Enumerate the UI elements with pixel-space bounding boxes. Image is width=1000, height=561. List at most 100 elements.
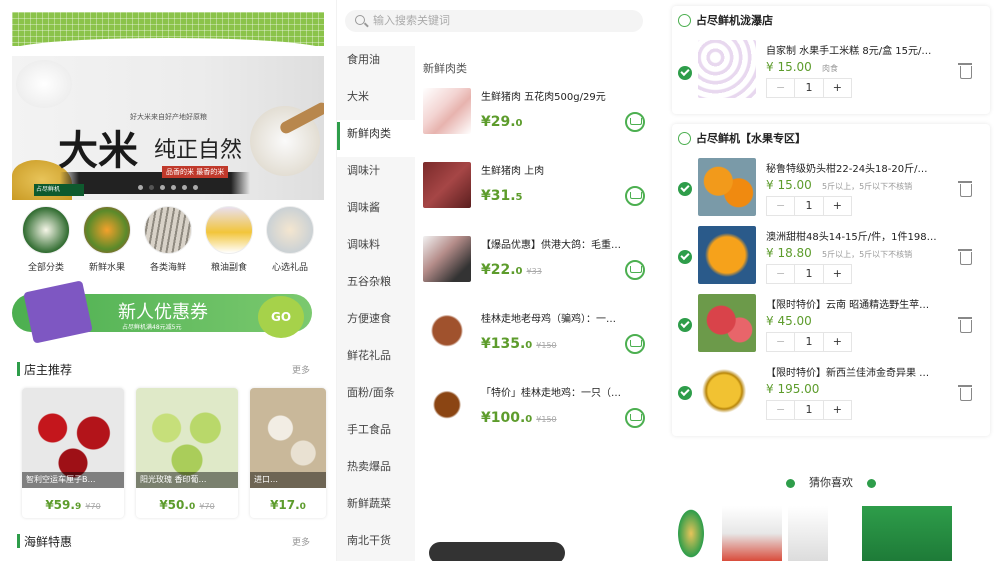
product-item[interactable]: 生鲜猪肉 上肉 ¥31.5 xyxy=(423,160,651,234)
recommend-card[interactable]: 阳光玫瑰 香印葡… ¥50.0 ¥70 xyxy=(136,388,238,518)
section-title-seafood: 海鲜特惠 xyxy=(16,534,73,549)
search-input[interactable]: 输入搜索关键词 xyxy=(345,10,643,32)
sidebar-item[interactable]: 南北干货 xyxy=(337,527,415,561)
gift-box-icon xyxy=(23,280,93,344)
reco-product-image[interactable] xyxy=(862,506,952,561)
new-user-coupon[interactable]: 新人优惠券 占尽鲜机满48元减5元 GO xyxy=(12,280,324,346)
bottom-bar[interactable] xyxy=(429,542,565,561)
sidebar-item[interactable]: 调味料 xyxy=(337,231,415,268)
sidebar-item[interactable]: 食用油 xyxy=(337,46,415,83)
quantity-stepper[interactable]: −1 + xyxy=(766,196,852,216)
product-item[interactable]: 桂林走地老母鸡（骗鸡）：一… ¥135.0 ¥150 xyxy=(423,308,651,382)
delete-icon[interactable] xyxy=(958,181,972,197)
pork-belly-image xyxy=(423,88,471,134)
recommend-row: 智利空运车厘子B… ¥59.9 ¥70 阳光玫瑰 香印葡… ¥50.0 ¥70 … xyxy=(22,388,326,518)
category-all[interactable]: 全部分类 xyxy=(18,206,74,278)
sidebar-item[interactable]: 鲜花礼品 xyxy=(337,342,415,379)
add-to-cart-icon[interactable] xyxy=(625,334,645,354)
more-link-recommend[interactable]: 更多 xyxy=(292,363,310,376)
delete-icon[interactable] xyxy=(958,317,972,333)
recommend-price: ¥17.0 xyxy=(270,498,306,512)
quantity-stepper[interactable]: −1 + xyxy=(766,332,852,352)
item-checked-icon[interactable] xyxy=(678,182,692,196)
sidebar-item[interactable]: 手工食品 xyxy=(337,416,415,453)
store-name[interactable]: 占尽鲜机泷瀑店 xyxy=(672,6,990,36)
add-to-cart-icon[interactable] xyxy=(625,112,645,132)
quantity-stepper[interactable]: −1 + xyxy=(766,264,852,284)
store-select-radio[interactable] xyxy=(678,132,691,145)
product-item[interactable]: 「特价」桂林走地鸡：一只（… ¥100.0 ¥150 xyxy=(423,382,651,456)
leaf-icon xyxy=(786,478,795,488)
cherry-image: 智利空运车厘子B… xyxy=(22,388,124,488)
cart-item: 秘鲁特级奶头柑22-24头18-20斤/… ¥ 15.00 5斤以上，5斤以下不… xyxy=(672,154,990,222)
item-checked-icon[interactable] xyxy=(678,386,692,400)
banner-headline-small: 纯正自然 xyxy=(154,138,243,163)
category-fruit[interactable]: 新鲜水果 xyxy=(79,206,135,278)
product-item[interactable]: 【爆品优惠】供港大鸽：毛重… ¥22.0 ¥33 xyxy=(423,234,651,308)
reco-logo-image[interactable] xyxy=(676,506,706,561)
rice-bowl-image xyxy=(16,60,72,108)
sidebar-item[interactable]: 新鲜蔬菜 xyxy=(337,490,415,527)
mushroom-image: 进口… xyxy=(250,388,326,488)
sidebar-item[interactable]: 调味酱 xyxy=(337,194,415,231)
add-to-cart-icon[interactable] xyxy=(625,408,645,428)
quantity-stepper[interactable]: −1 + xyxy=(766,400,852,420)
sidebar-item[interactable]: 五谷杂粮 xyxy=(337,268,415,305)
sidebar-item-active[interactable]: 新鲜肉类 xyxy=(337,120,415,157)
item-checked-icon[interactable] xyxy=(678,66,692,80)
category-sidebar: 食用油 大米 新鲜肉类 调味汁 调味酱 调味料 五谷杂粮 方便速食 鲜花礼品 面… xyxy=(337,46,415,561)
banner-headline-big: 大米 xyxy=(58,127,138,174)
apple-image xyxy=(698,294,756,352)
add-to-cart-icon[interactable] xyxy=(625,186,645,206)
rice-banner[interactable]: 大米 纯正自然 好大米来自好产地好原粮 品香的米 最香的米 占尽鲜机 xyxy=(12,56,324,200)
section-title-recommend: 店主推荐 xyxy=(16,362,73,377)
sidebar-item[interactable]: 面粉/面条 xyxy=(337,379,415,416)
cart-item: 澳洲甜柑48头14-15斤/件，1件198… ¥ 18.80 5斤以上，5斤以下… xyxy=(672,222,990,290)
recommend-card[interactable]: 进口… ¥17.0 xyxy=(250,388,326,518)
oil-icon xyxy=(205,206,253,254)
category-seafood[interactable]: 各类海鲜 xyxy=(140,206,196,278)
sidebar-item[interactable]: 热卖爆品 xyxy=(337,453,415,490)
rooster-image xyxy=(423,384,471,430)
sidebar-item[interactable]: 调味汁 xyxy=(337,157,415,194)
recommend-card[interactable]: 智利空运车厘子B… ¥59.9 ¥70 xyxy=(22,388,124,518)
category-row: 全部分类 新鲜水果 各类海鲜 粮油副食 心选礼品 xyxy=(12,206,324,278)
cart-panel: 占尽鲜机泷瀑店 自家制 水果手工米糕 8元/盒 15元/… ¥ 15.00 肉食… xyxy=(662,0,1000,561)
product-item[interactable]: 生鲜猪肉 五花肉500g/29元 ¥29.0 xyxy=(423,86,651,160)
gift-icon xyxy=(266,206,314,254)
orange-image xyxy=(698,158,756,216)
coupon-go-button[interactable]: GO xyxy=(258,296,304,338)
cart-item: 【限时特价】新西兰佳沛金奇异果 … ¥ 195.00 −1 + xyxy=(672,358,990,426)
recommend-price: ¥50.0 ¥70 xyxy=(159,498,215,512)
item-checked-icon[interactable] xyxy=(678,250,692,264)
delete-icon[interactable] xyxy=(958,63,972,79)
delete-icon[interactable] xyxy=(958,385,972,401)
recommend-price: ¥59.9 ¥70 xyxy=(45,498,101,512)
tangerine-image xyxy=(698,226,756,284)
carousel-dots[interactable] xyxy=(12,175,324,194)
add-to-cart-icon[interactable] xyxy=(625,260,645,280)
store-name[interactable]: 占尽鲜机【水果专区】 xyxy=(672,124,990,154)
category-grain-oil[interactable]: 粮油副食 xyxy=(201,206,257,278)
quantity-stepper[interactable]: −1 + xyxy=(766,78,852,98)
more-link-seafood[interactable]: 更多 xyxy=(292,535,310,548)
delete-icon[interactable] xyxy=(958,249,972,265)
hen-image xyxy=(423,310,471,356)
sidebar-item[interactable]: 方便速食 xyxy=(337,305,415,342)
list-title: 新鲜肉类 xyxy=(423,62,467,75)
store-select-radio[interactable] xyxy=(678,14,691,27)
home-panel: 大米 纯正自然 好大米来自好产地好原粮 品香的米 最香的米 占尽鲜机 全部分类 … xyxy=(0,0,336,561)
category-gift[interactable]: 心选礼品 xyxy=(262,206,318,278)
leaf-icon xyxy=(867,478,876,488)
banner-tagline: 好大米来自好产地好原粮 xyxy=(130,113,207,121)
cart-item: 自家制 水果手工米糕 8元/盒 15元/… ¥ 15.00 肉食 −1 + xyxy=(672,36,990,104)
item-checked-icon[interactable] xyxy=(678,318,692,332)
sidebar-item[interactable]: 大米 xyxy=(337,83,415,120)
search-icon xyxy=(355,15,365,25)
cart-item: 【限时特价】云南 昭通精选野生苹… ¥ 45.00 −1 + xyxy=(672,290,990,358)
all-category-icon xyxy=(22,206,70,254)
pork-image xyxy=(423,162,471,208)
reco-product-image[interactable] xyxy=(788,506,828,561)
reco-product-image[interactable] xyxy=(722,506,782,561)
rice-cake-image xyxy=(698,40,756,98)
